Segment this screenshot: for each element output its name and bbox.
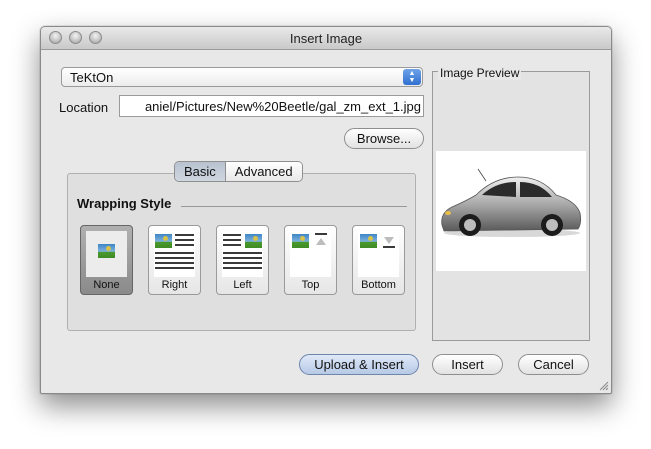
wrap-bottom-button[interactable]: Bottom — [352, 225, 405, 295]
location-value: aniel/Pictures/New%20Beetle/gal_zm_ext_1… — [144, 99, 421, 114]
wrap-left-icon — [222, 231, 263, 277]
insert-button[interactable]: Insert — [432, 354, 503, 375]
wrap-right-label: Right — [161, 279, 188, 291]
tab-bar: Basic Advanced — [174, 161, 303, 182]
wrap-bottom-label: Bottom — [361, 279, 396, 291]
title-bar[interactable]: Insert Image — [41, 27, 611, 50]
wrap-top-label: Top — [301, 279, 320, 291]
updown-arrows-icon: ▲ ▼ — [403, 69, 421, 85]
image-preview-heading: Image Preview — [438, 66, 522, 80]
picture-icon — [292, 234, 309, 248]
wrap-left-button[interactable]: Left — [216, 225, 269, 295]
insert-image-dialog: Insert Image TeKtOn ▲ ▼ Location aniel/Pi… — [40, 26, 612, 394]
upload-insert-button[interactable]: Upload & Insert — [299, 354, 419, 375]
window-title: Insert Image — [289, 31, 363, 46]
source-select[interactable]: TeKtOn ▲ ▼ — [61, 67, 423, 87]
wrap-none-icon — [86, 231, 127, 277]
cancel-button[interactable]: Cancel — [518, 354, 589, 375]
tab-basic[interactable]: Basic — [175, 162, 226, 181]
browse-button[interactable]: Browse... — [344, 128, 424, 149]
heading-divider — [181, 206, 407, 207]
source-select-value: TeKtOn — [70, 70, 114, 85]
wrap-top-button[interactable]: Top — [284, 225, 337, 295]
wrap-bottom-icon — [358, 231, 399, 277]
wrap-right-icon — [154, 231, 195, 277]
wrap-right-button[interactable]: Right — [148, 225, 201, 295]
location-field[interactable]: aniel/Pictures/New%20Beetle/gal_zm_ext_1… — [119, 95, 424, 117]
tab-advanced[interactable]: Advanced — [225, 162, 302, 181]
resize-grip-icon[interactable] — [599, 381, 609, 391]
arrow-down-icon — [384, 237, 394, 244]
car-icon — [441, 168, 582, 237]
picture-icon — [98, 244, 115, 258]
wrapping-panel: Wrapping Style None Right Left Top Botto… — [67, 173, 416, 331]
picture-icon — [360, 234, 377, 248]
wrapping-style-heading: Wrapping Style — [77, 196, 172, 211]
picture-icon — [245, 234, 262, 248]
picture-icon — [155, 234, 172, 248]
arrow-up-icon — [316, 238, 326, 245]
preview-image — [436, 151, 586, 271]
wrap-left-label: Left — [233, 279, 252, 291]
location-label: Location — [59, 100, 109, 115]
wrap-none-label: None — [93, 279, 120, 291]
wrap-none-button[interactable]: None — [80, 225, 133, 295]
wrap-top-icon — [290, 231, 331, 277]
